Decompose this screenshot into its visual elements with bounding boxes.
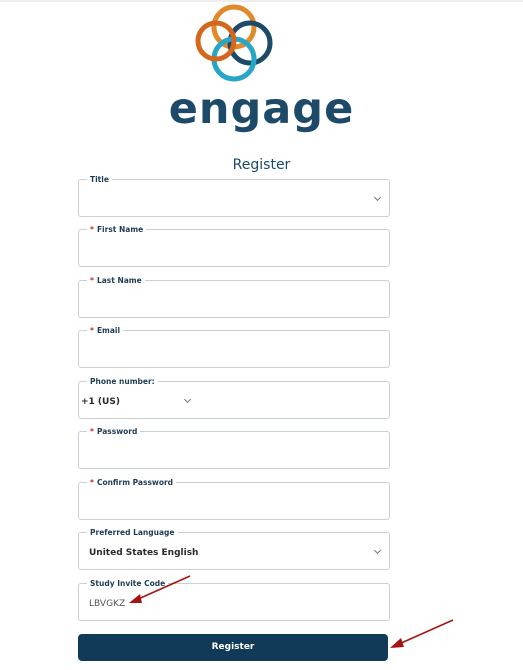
register-button[interactable]: Register bbox=[78, 634, 388, 661]
password-label: * Password bbox=[87, 427, 141, 437]
chevron-down-icon bbox=[183, 395, 192, 404]
required-marker: * bbox=[90, 326, 94, 335]
last-name-field[interactable]: * Last Name bbox=[78, 276, 390, 318]
top-divider bbox=[0, 0, 523, 2]
phone-field: Phone number: +1 (US) bbox=[78, 377, 390, 419]
brand-name: engage bbox=[168, 84, 355, 134]
chevron-down-icon bbox=[373, 193, 382, 202]
first-name-field[interactable]: * First Name bbox=[78, 225, 390, 267]
country-code-select[interactable]: +1 (US) bbox=[79, 390, 194, 412]
email-field[interactable]: * Email bbox=[78, 326, 390, 368]
phone-number-input[interactable] bbox=[199, 390, 384, 412]
engage-logo-rings-icon bbox=[195, 4, 273, 82]
confirm-password-field[interactable]: * Confirm Password bbox=[78, 478, 390, 520]
preferred-language-select[interactable]: Preferred Language United States English bbox=[78, 528, 390, 570]
chevron-down-icon bbox=[373, 546, 382, 555]
annotation-arrow-icon bbox=[390, 619, 454, 648]
email-label: * Email bbox=[87, 326, 124, 336]
required-marker: * bbox=[90, 427, 94, 436]
preferred-language-label: Preferred Language bbox=[87, 528, 178, 538]
password-field[interactable]: * Password bbox=[78, 427, 390, 469]
country-code-value: +1 (US) bbox=[81, 397, 120, 407]
required-marker: * bbox=[90, 225, 94, 234]
confirm-password-label: * Confirm Password bbox=[87, 478, 177, 488]
phone-label: Phone number: bbox=[87, 377, 158, 387]
title-select[interactable]: Title bbox=[78, 175, 390, 217]
first-name-label: * First Name bbox=[87, 225, 147, 235]
last-name-label: * Last Name bbox=[87, 276, 145, 286]
annotation-arrow-icon bbox=[129, 575, 191, 603]
required-marker: * bbox=[90, 478, 94, 487]
title-label: Title bbox=[87, 175, 112, 185]
required-marker: * bbox=[90, 276, 94, 285]
form-title: Register bbox=[232, 157, 291, 173]
preferred-language-value: United States English bbox=[89, 548, 199, 558]
